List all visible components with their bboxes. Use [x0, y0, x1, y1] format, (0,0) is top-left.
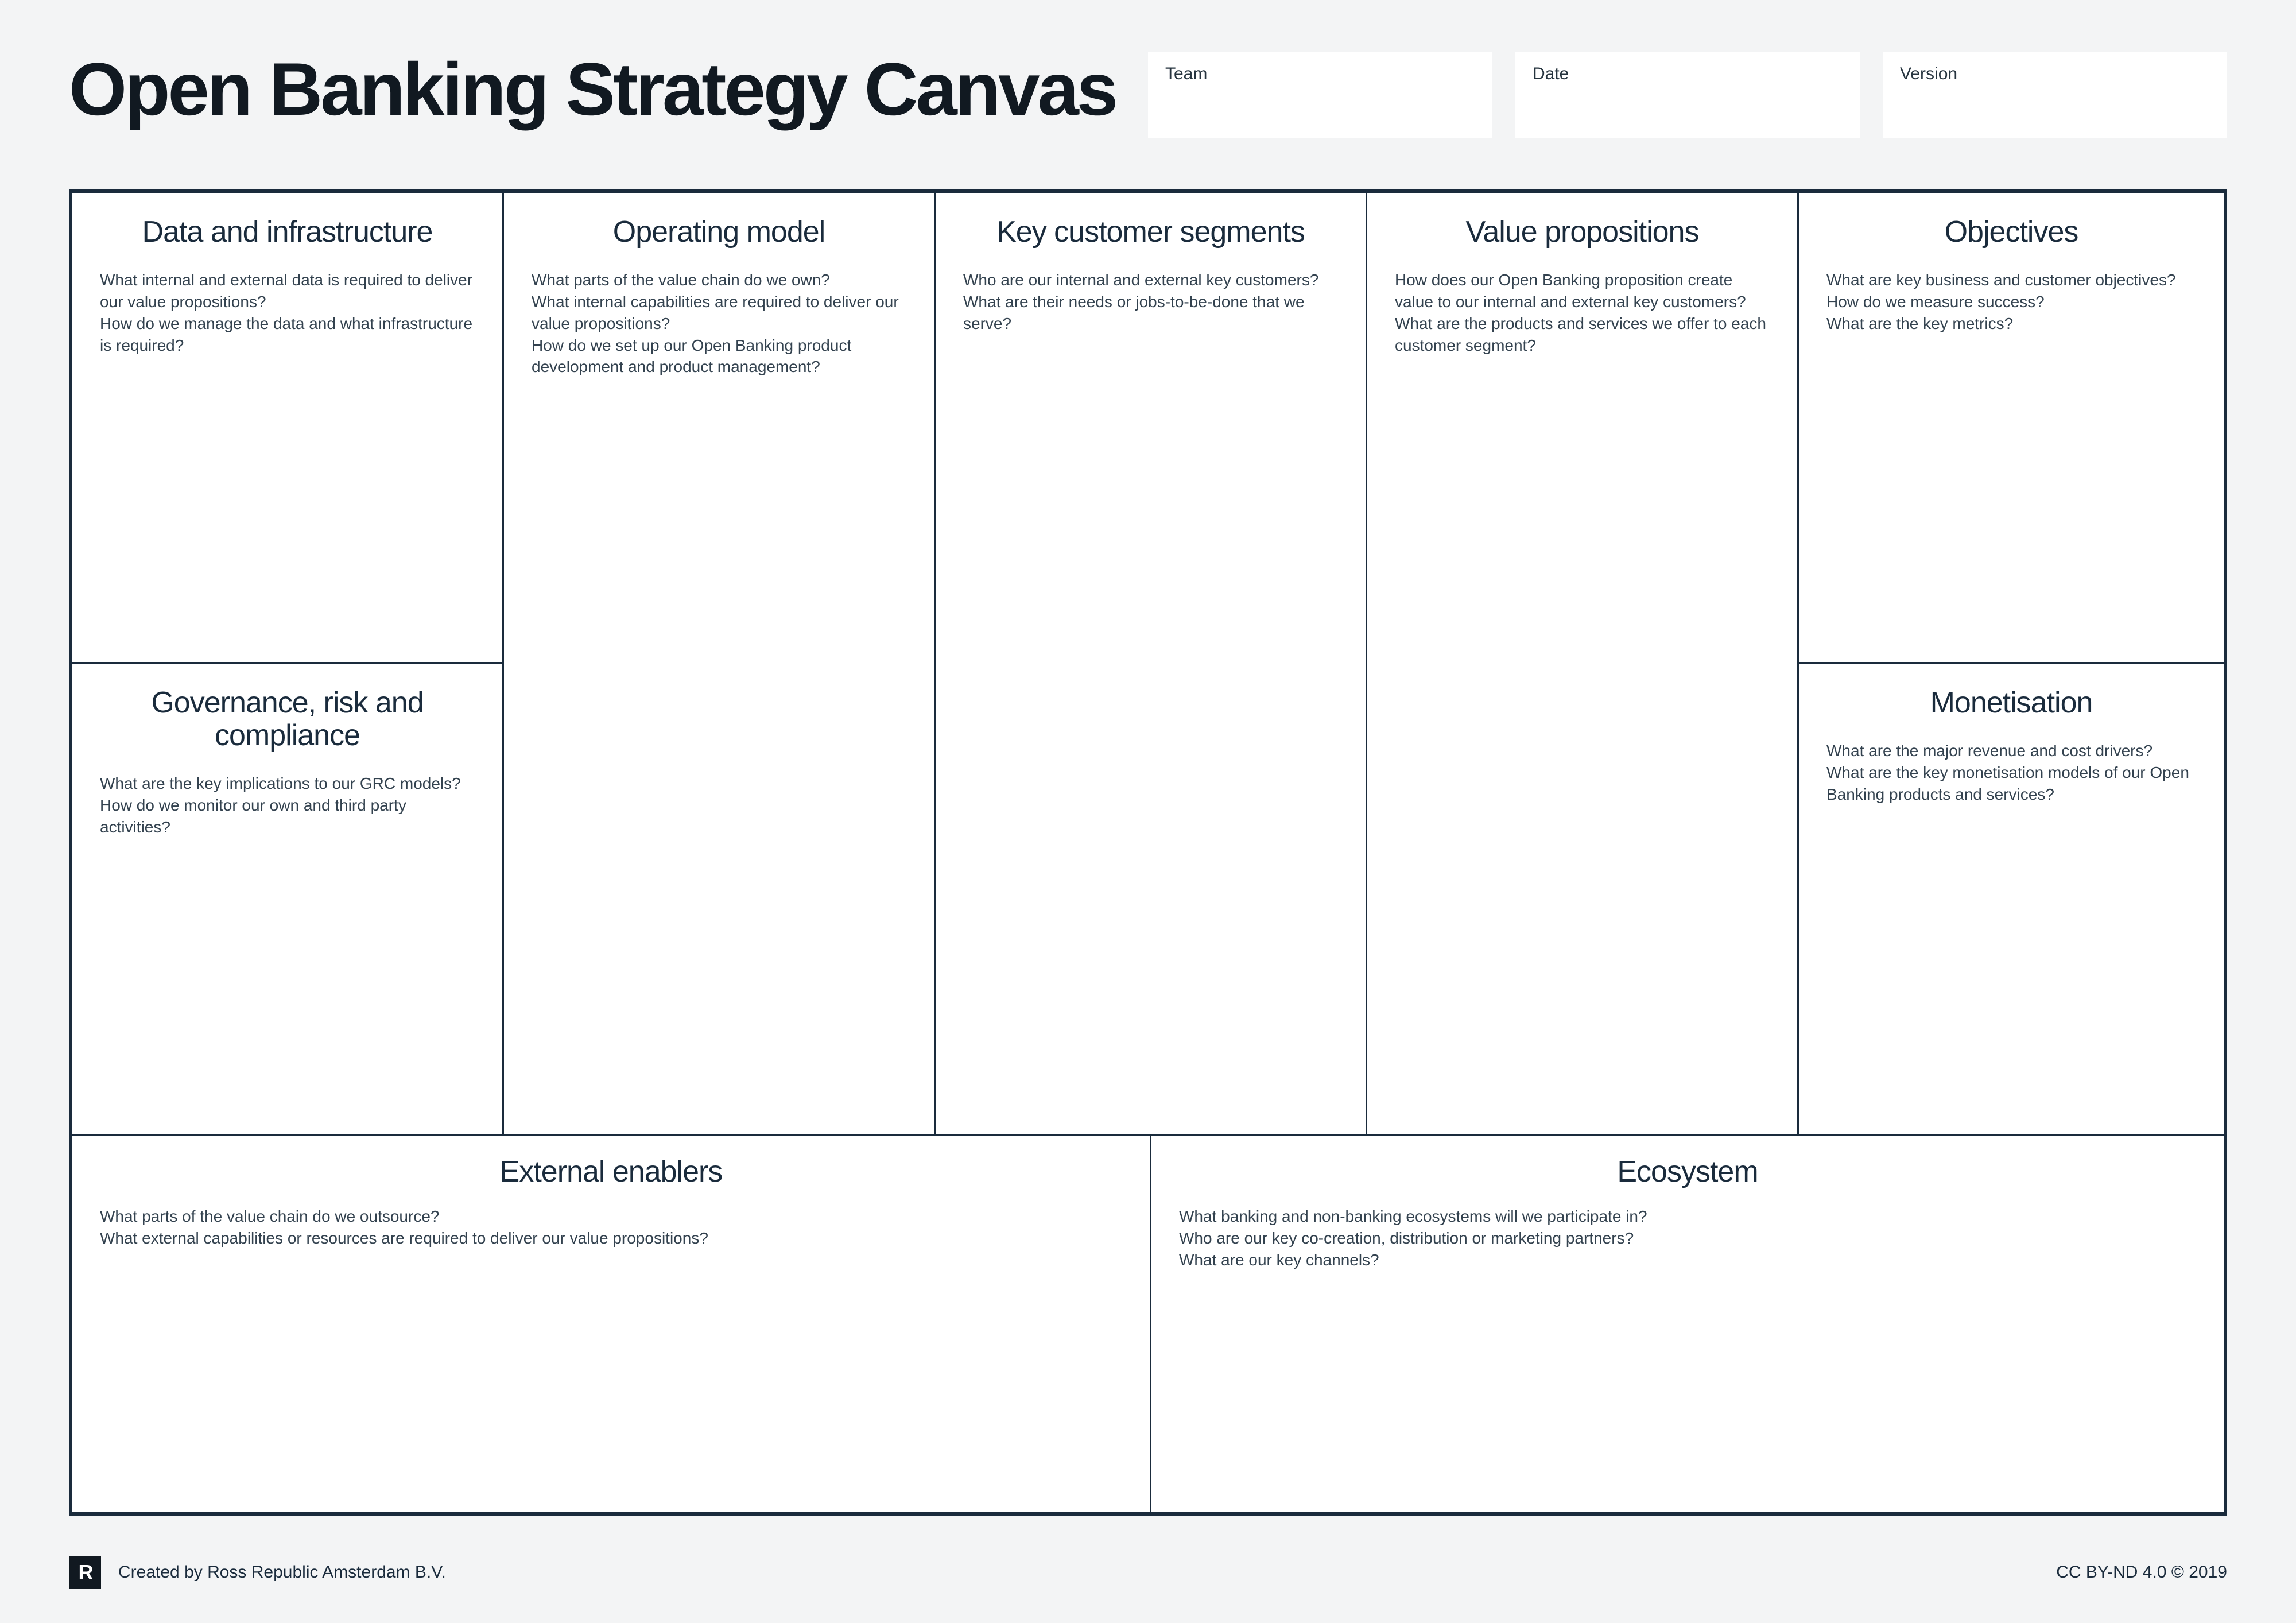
cell-title: Key customer segments [963, 216, 1338, 249]
cell-title: Operating model [532, 216, 906, 249]
cell-title: Value propositions [1395, 216, 1770, 249]
canvas-row-mid: Governance, risk and compliance What are… [72, 664, 2224, 1134]
footer-left: R Created by Ross Republic Amsterdam B.V… [69, 1556, 446, 1589]
cell-text: What are key business and customer objec… [1826, 269, 2196, 334]
strategy-canvas: Data and infrastructure What internal an… [69, 189, 2227, 1516]
cell-text: What parts of the value chain do we outs… [100, 1206, 1122, 1249]
date-field[interactable]: Date [1515, 52, 1860, 138]
cell-text: What parts of the value chain do we own?… [532, 269, 906, 378]
cell-text: Who are our internal and external key cu… [963, 269, 1338, 334]
cell-text: What internal and external data is requi… [100, 269, 475, 356]
meta-boxes: Team Date Version [1148, 52, 2227, 138]
cell-title: Monetisation [1826, 687, 2196, 719]
license-text: CC BY-ND 4.0 © 2019 [2056, 1563, 2227, 1582]
version-label: Version [1900, 64, 2210, 84]
cell-governance-risk-compliance[interactable]: Governance, risk and compliance What are… [72, 664, 504, 1134]
date-label: Date [1533, 64, 1843, 84]
canvas-row-bottom: External enablers What parts of the valu… [72, 1134, 2224, 1512]
cell-data-infrastructure[interactable]: Data and infrastructure What internal an… [72, 193, 504, 664]
page-title: Open Banking Strategy Canvas [69, 52, 1116, 126]
footer: R Created by Ross Republic Amsterdam B.V… [69, 1556, 2227, 1589]
cell-text: What are the major revenue and cost driv… [1826, 740, 2196, 805]
cell-title: Objectives [1826, 216, 2196, 249]
header: Open Banking Strategy Canvas Team Date V… [69, 52, 2227, 144]
canvas-row-top: Data and infrastructure What internal an… [72, 193, 2224, 664]
cell-title: Data and infrastructure [100, 216, 475, 249]
cell-text: What are the key implications to our GRC… [100, 773, 475, 838]
cell-external-enablers[interactable]: External enablers What parts of the valu… [72, 1134, 1151, 1512]
cell-monetisation[interactable]: Monetisation What are the major revenue … [1799, 664, 2224, 1134]
version-field[interactable]: Version [1883, 52, 2227, 138]
cell-objectives[interactable]: Objectives What are key business and cus… [1799, 193, 2224, 664]
cell-text: How does our Open Banking proposition cr… [1395, 269, 1770, 356]
team-field[interactable]: Team [1148, 52, 1492, 138]
cell-text: What banking and non-banking ecosystems … [1179, 1206, 2196, 1270]
cell-title: Governance, risk and compliance [100, 687, 475, 752]
cell-ecosystem[interactable]: Ecosystem What banking and non-banking e… [1151, 1134, 2224, 1512]
logo-icon: R [69, 1556, 101, 1589]
team-label: Team [1165, 64, 1475, 84]
created-by-text: Created by Ross Republic Amsterdam B.V. [118, 1563, 446, 1582]
cell-title: Ecosystem [1179, 1156, 2196, 1188]
cell-title: External enablers [100, 1156, 1122, 1188]
